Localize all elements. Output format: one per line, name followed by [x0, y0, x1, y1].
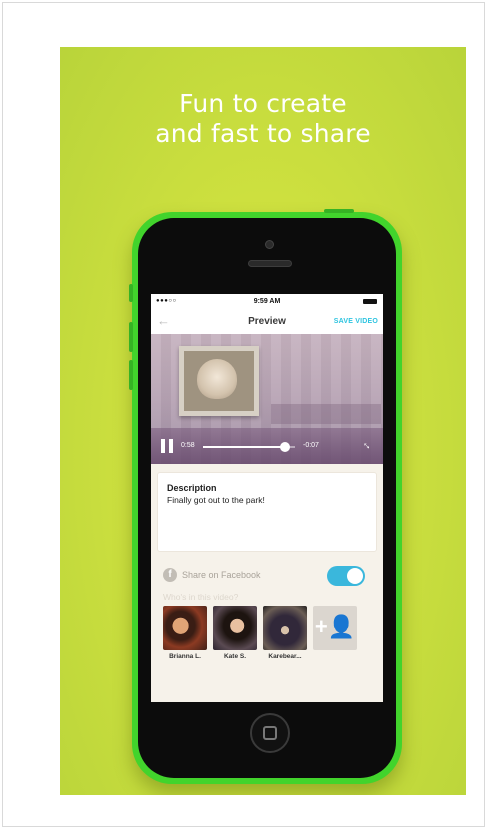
- progress-slider[interactable]: [203, 442, 295, 452]
- headline-line-2: and fast to share: [155, 119, 371, 148]
- tagged-person[interactable]: Karebear...: [263, 606, 307, 660]
- picture-frame: [179, 346, 259, 416]
- person-avatar: [263, 606, 307, 650]
- progress-thumb[interactable]: [279, 442, 290, 452]
- expand-icon[interactable]: ↔: [359, 437, 375, 453]
- pause-icon[interactable]: [161, 439, 173, 453]
- tagged-people-list: Brianna L. Kate S. Karebear... +👤: [163, 606, 373, 666]
- facebook-icon: f: [163, 568, 177, 582]
- promo-poster: Fun to create and fast to share ●●●○○ 9:…: [60, 47, 466, 795]
- tagged-person[interactable]: Kate S.: [213, 606, 257, 660]
- front-camera: [265, 240, 274, 249]
- headline-line-1: Fun to create: [179, 89, 347, 118]
- status-bar: ●●●○○ 9:59 AM: [151, 294, 383, 310]
- person-name: Karebear...: [268, 653, 302, 660]
- add-person-icon: +👤: [314, 614, 356, 639]
- home-square-icon: [263, 726, 277, 740]
- video-preview[interactable]: 0:58 -0:07 ↔: [151, 334, 383, 464]
- home-button: [250, 713, 290, 753]
- dog-photo: [197, 359, 237, 399]
- person-avatar: [163, 606, 207, 650]
- video-shelf: [271, 404, 381, 424]
- player-controls: 0:58 -0:07 ↔: [151, 428, 383, 464]
- volume-down-button: [129, 360, 133, 390]
- volume-up-button: [129, 322, 133, 352]
- add-person-button[interactable]: +👤: [313, 606, 357, 650]
- description-title: Description: [167, 483, 217, 493]
- save-video-button[interactable]: SAVE VIDEO: [334, 318, 378, 325]
- nav-bar: ← Preview SAVE VIDEO: [151, 310, 383, 334]
- elapsed-time: 0:58: [181, 442, 195, 449]
- description-card[interactable]: Description Finally got out to the park!: [157, 472, 377, 552]
- screenshot-frame: Fun to create and fast to share ●●●○○ 9:…: [2, 2, 485, 827]
- progress-fill: [203, 446, 285, 448]
- phone-mockup: ●●●○○ 9:59 AM ← Preview SAVE VIDEO 0:58 …: [129, 209, 402, 784]
- tagged-person[interactable]: Brianna L.: [163, 606, 207, 660]
- status-time: 9:59 AM: [253, 298, 281, 305]
- person-avatar: [213, 606, 257, 650]
- who-is-in-video-prompt: Who's in this video?: [163, 592, 239, 602]
- earpiece-speaker: [248, 260, 292, 267]
- toggle-knob: [347, 568, 363, 584]
- share-facebook-label: Share on Facebook: [182, 570, 261, 580]
- mute-switch: [129, 284, 133, 302]
- battery-icon: [363, 299, 377, 304]
- power-button: [324, 209, 354, 213]
- phone-bezel: ●●●○○ 9:59 AM ← Preview SAVE VIDEO 0:58 …: [138, 218, 396, 778]
- description-text[interactable]: Finally got out to the park!: [167, 495, 265, 505]
- person-name: Brianna L.: [169, 653, 201, 660]
- phone-screen: ●●●○○ 9:59 AM ← Preview SAVE VIDEO 0:58 …: [151, 294, 383, 702]
- person-name: Kate S.: [223, 653, 247, 660]
- share-facebook-row: f Share on Facebook: [151, 564, 383, 588]
- remaining-time: -0:07: [303, 442, 319, 449]
- share-facebook-toggle[interactable]: [327, 566, 365, 586]
